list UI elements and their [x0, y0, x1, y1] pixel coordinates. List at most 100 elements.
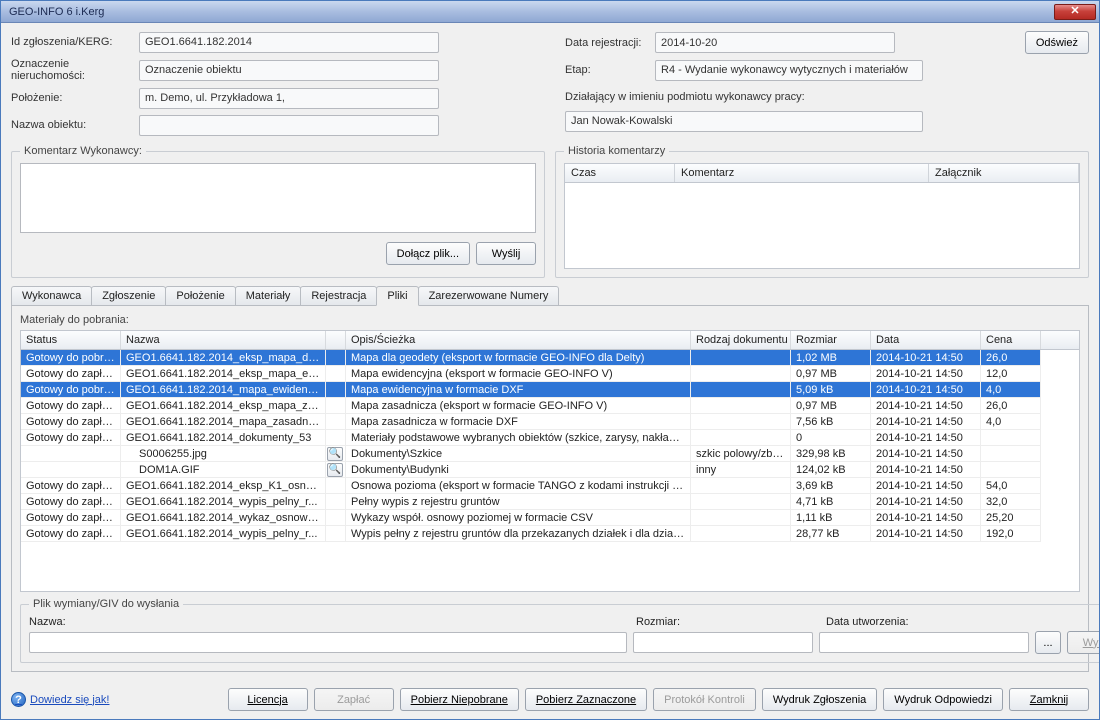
history-col-komentarz[interactable]: Komentarz: [675, 164, 929, 182]
window-title: GEO-INFO 6 i.Kerg: [9, 6, 1054, 18]
magnifier-icon[interactable]: 🔍: [327, 447, 343, 461]
cell-opis: Mapa ewidencyjna (eksport w formacie GEO…: [346, 366, 691, 382]
tab-rejestracja[interactable]: Rejestracja: [300, 286, 377, 305]
table-row[interactable]: Gotowy do zapłatyGEO1.6641.182.2014_wypi…: [21, 526, 1079, 542]
agent-label: Działający w imieniu podmiotu wykonawcy …: [565, 91, 805, 103]
etap-field[interactable]: [655, 60, 923, 81]
tab-pliki[interactable]: Pliki: [376, 286, 418, 306]
table-row[interactable]: Gotowy do zapłatyGEO1.6641.182.2014_wyka…: [21, 510, 1079, 526]
wydruk-odp-button[interactable]: Wydruk Odpowiedzi: [883, 688, 1003, 711]
cell-cena: 25,20: [981, 510, 1041, 526]
refresh-button[interactable]: Odśwież: [1025, 31, 1089, 54]
send-rozmiar-input[interactable]: [633, 632, 813, 653]
tab-zgłoszenie[interactable]: Zgłoszenie: [91, 286, 166, 305]
cell-status: Gotowy do pobrania: [21, 350, 121, 366]
cell-opis: Mapa zasadnicza (eksport w formacie GEO-…: [346, 398, 691, 414]
id-field[interactable]: [139, 32, 439, 53]
send-data-input[interactable]: [819, 632, 1029, 653]
licencja-button[interactable]: Licencja: [228, 688, 308, 711]
cell-data: 2014-10-21 14:50: [871, 462, 981, 478]
mid-section: Komentarz Wykonawcy: Dołącz plik... Wyśl…: [11, 145, 1089, 278]
send-labels: Nazwa: Rozmiar: Data utworzenia:: [29, 616, 1099, 628]
zamknij-button[interactable]: Zamknij: [1009, 688, 1089, 711]
top-right: Data rejestracji: Odśwież Etap: Działają…: [565, 31, 1089, 141]
cell-cena: 4,0: [981, 382, 1041, 398]
footer: ? Dowiedz się jak! Licencja Zapłać Pobie…: [1, 680, 1099, 719]
cell-data: 2014-10-21 14:50: [871, 414, 981, 430]
cell-nazwa: GEO1.6641.182.2014_mapa_zasadnic...: [121, 414, 326, 430]
protokol-button[interactable]: Protokół Kontroli: [653, 688, 756, 711]
cell-data: 2014-10-21 14:50: [871, 494, 981, 510]
zaplac-button[interactable]: Zapłać: [314, 688, 394, 711]
pobierz-niepobrane-button[interactable]: Pobierz Niepobrane: [400, 688, 519, 711]
table-row[interactable]: Gotowy do zapłatyGEO1.6641.182.2014_eksp…: [21, 398, 1079, 414]
col-cena[interactable]: Cena: [981, 331, 1041, 349]
col-status[interactable]: Status: [21, 331, 121, 349]
agent-field[interactable]: [565, 111, 923, 132]
cell-nazwa: GEO1.6641.182.2014_eksp_mapa_za...: [121, 398, 326, 414]
data-field[interactable]: [655, 32, 895, 53]
col-rozmiar[interactable]: Rozmiar: [791, 331, 871, 349]
cell-opis: Dokumenty\Budynki: [346, 462, 691, 478]
pobierz-zaznaczone-button[interactable]: Pobierz Zaznaczone: [525, 688, 647, 711]
tab-położenie[interactable]: Położenie: [165, 286, 235, 305]
table-row[interactable]: S0006255.jpg🔍Dokumenty\Szkiceszkic polow…: [21, 446, 1079, 462]
wydruk-zgl-button[interactable]: Wydruk Zgłoszenia: [762, 688, 877, 711]
tab-zarezerwowane-numery[interactable]: Zarezerwowane Numery: [418, 286, 560, 305]
table-row[interactable]: Gotowy do pobraniaGEO1.6641.182.2014_map…: [21, 382, 1079, 398]
cell-rozmiar: 0,97 MB: [791, 366, 871, 382]
send-nazwa-input[interactable]: [29, 632, 627, 653]
cell-rozmiar: 28,77 kB: [791, 526, 871, 542]
magnifier-icon[interactable]: 🔍: [327, 463, 343, 477]
cell-rodzaj: [691, 526, 791, 542]
table-row[interactable]: Gotowy do zapłatyGEO1.6641.182.2014_eksp…: [21, 478, 1079, 494]
cell-lup: [326, 526, 346, 542]
col-rodzaj[interactable]: Rodzaj dokumentu: [691, 331, 791, 349]
app-window: GEO-INFO 6 i.Kerg ✕ Id zgłoszenia/KERG: …: [0, 0, 1100, 720]
comment-group: Komentarz Wykonawcy: Dołącz plik... Wyśl…: [11, 145, 545, 278]
comment-input[interactable]: [20, 163, 536, 233]
history-col-czas[interactable]: Czas: [565, 164, 675, 182]
table-row[interactable]: DOM1A.GIF🔍Dokumenty\Budynkiinny124,02 kB…: [21, 462, 1079, 478]
attach-file-button[interactable]: Dołącz plik...: [386, 242, 470, 265]
tabs: WykonawcaZgłoszeniePołożenieMateriałyRej…: [11, 286, 1089, 306]
history-col-zal[interactable]: Załącznik: [929, 164, 1079, 182]
cell-rozmiar: 1,11 kB: [791, 510, 871, 526]
col-data[interactable]: Data: [871, 331, 981, 349]
pol-field[interactable]: [139, 88, 439, 109]
history-header: Czas Komentarz Załącznik: [564, 163, 1080, 183]
send-file-button[interactable]: Wyślij: [1067, 631, 1099, 654]
tab-panel-pliki: Materiały do pobrania: Status Nazwa Opis…: [11, 306, 1089, 672]
close-button[interactable]: ✕: [1054, 4, 1096, 20]
tab-materiały[interactable]: Materiały: [235, 286, 302, 305]
table-row[interactable]: Gotowy do zapłatyGEO1.6641.182.2014_doku…: [21, 430, 1079, 446]
table-row[interactable]: Gotowy do zapłatyGEO1.6641.182.2014_wypi…: [21, 494, 1079, 510]
top-left: Id zgłoszenia/KERG: Oznaczenie nieruchom…: [11, 31, 535, 141]
col-opis[interactable]: Opis/Ścieżka: [346, 331, 691, 349]
cell-nazwa: GEO1.6641.182.2014_wypis_pelny_r...: [121, 526, 326, 542]
cell-nazwa: GEO1.6641.182.2014_eksp_mapa_ew...: [121, 366, 326, 382]
data-label: Data rejestracji:: [565, 37, 655, 49]
cell-status: [21, 446, 121, 462]
cell-opis: Wypis pełny z rejestru gruntów dla przek…: [346, 526, 691, 542]
cell-rodzaj: [691, 430, 791, 446]
help-link[interactable]: ? Dowiedz się jak!: [11, 692, 109, 707]
cell-status: Gotowy do zapłaty: [21, 430, 121, 446]
table-row[interactable]: Gotowy do pobraniaGEO1.6641.182.2014_eks…: [21, 350, 1079, 366]
etap-label: Etap:: [565, 64, 655, 76]
cell-lup: [326, 478, 346, 494]
tab-wykonawca[interactable]: Wykonawca: [11, 286, 92, 305]
nazwa-field[interactable]: [139, 115, 439, 136]
history-legend: Historia komentarzy: [564, 145, 669, 157]
ozn-field[interactable]: [139, 60, 439, 81]
cell-lup: [326, 414, 346, 430]
pol-label: Położenie:: [11, 92, 139, 104]
table-row[interactable]: Gotowy do zapłatyGEO1.6641.182.2014_mapa…: [21, 414, 1079, 430]
table-row[interactable]: Gotowy do zapłatyGEO1.6641.182.2014_eksp…: [21, 366, 1079, 382]
col-nazwa[interactable]: Nazwa: [121, 331, 326, 349]
cell-lup: [326, 494, 346, 510]
browse-button[interactable]: ...: [1035, 631, 1061, 654]
cell-lup: [326, 366, 346, 382]
cell-cena: [981, 430, 1041, 446]
comment-send-button[interactable]: Wyślij: [476, 242, 536, 265]
